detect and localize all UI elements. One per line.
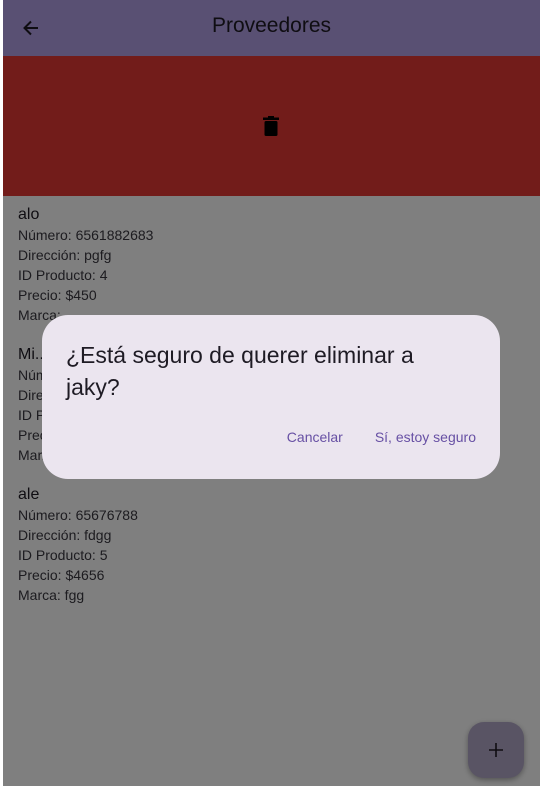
screen: Proveedores alo Número: 6561882683 Direc…	[3, 0, 540, 786]
dialog-title: ¿Está seguro de querer eliminar a jaky?	[66, 342, 414, 400]
dialog-actions: Cancelar Sí, estoy seguro	[287, 429, 476, 445]
confirm-delete-dialog: ¿Está seguro de querer eliminar a jaky? …	[42, 315, 500, 479]
confirm-button[interactable]: Sí, estoy seguro	[375, 429, 476, 445]
cancel-button[interactable]: Cancelar	[287, 429, 343, 445]
